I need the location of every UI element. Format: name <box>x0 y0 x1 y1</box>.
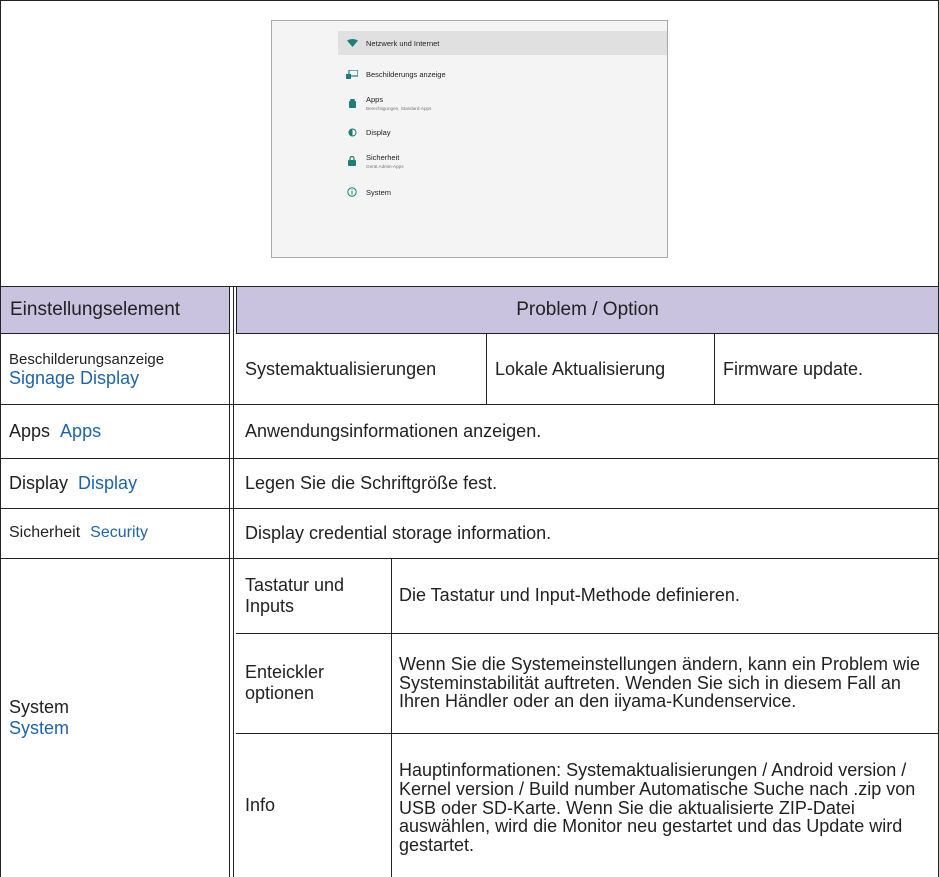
setting-apps: Apps Apps <box>9 404 224 458</box>
rule <box>714 334 715 404</box>
rule <box>0 286 1 877</box>
menu-item-label: System <box>366 187 392 197</box>
menu-item-label: Display <box>366 127 391 137</box>
system-desc-info: Hauptinformationen: Systemaktualisierung… <box>399 759 916 856</box>
system-desc-keyboard: Die Tastatur und Input-Methode definiere… <box>399 585 740 606</box>
menu-item-label: Apps <box>366 95 384 104</box>
option-local-update: Lokale Aktualisierung <box>495 358 666 379</box>
setting-signage: Beschilderungsanzeige Signage Display <box>9 342 224 398</box>
option-display: Legen Sie die Schriftgröße fest. <box>245 472 498 493</box>
table-header-setting: Einstellungselement <box>0 286 229 334</box>
rule <box>486 334 487 404</box>
menu-item-system: System <box>344 183 663 201</box>
setting-label-en: Display <box>78 472 138 493</box>
option-security: Display credential storage information. <box>245 522 552 543</box>
setting-label-en: System <box>9 718 70 738</box>
menu-item-apps: Apps Berechtigungen, Standard-Apps <box>344 91 663 115</box>
system-sub-developer: Enteickler optionen <box>245 662 325 703</box>
system-sub-info: Info <box>245 794 276 815</box>
menu-item-label: Beschilderungs anzeige <box>366 69 446 79</box>
menu-item-label: Sicherheit <box>366 153 400 162</box>
option-apps: Anwendungsinformationen anzeigen. <box>245 420 542 441</box>
system-desc-developer: Wenn Sie die Systemeinstellungen ändern,… <box>399 653 920 712</box>
menu-item-sublabel: Gerät Admin-Apps <box>366 164 404 169</box>
setting-label-en: Apps <box>60 420 102 441</box>
rule <box>229 286 230 877</box>
system-sub-keyboard: Tastatur und Inputs <box>245 575 345 616</box>
menu-item-network: Netzwerk und Internet <box>338 31 667 55</box>
wifi-icon <box>344 39 360 47</box>
setting-label-de: Apps <box>9 420 51 441</box>
info-icon <box>344 187 360 197</box>
setting-system: System System <box>9 690 224 746</box>
setting-security: Sicherheit Security <box>9 508 224 558</box>
setting-display: Display Display <box>9 458 224 508</box>
setting-label-de: Beschilderungsanzeige <box>9 351 165 369</box>
rule <box>233 286 234 877</box>
menu-item-display: Display <box>344 123 663 141</box>
rule <box>391 558 392 877</box>
setting-label-de: System <box>9 697 70 718</box>
brightness-icon <box>344 128 360 137</box>
setting-label-en: Signage Display <box>9 368 140 389</box>
setting-label-de: Sicherheit <box>9 523 81 541</box>
option-firmware-update: Firmware update. <box>723 358 864 379</box>
settings-screenshot: Netzwerk und Internet Beschilderungs anz… <box>271 20 668 258</box>
table-header-option: Problem / Option <box>236 286 939 334</box>
option-system-updates: Systemaktualisierungen <box>245 358 437 379</box>
lock-icon <box>344 156 360 166</box>
signage-display-icon <box>344 69 360 79</box>
setting-label-de: Display <box>9 472 69 493</box>
setting-label-en: Security <box>90 523 148 541</box>
menu-item-sublabel: Berechtigungen, Standard-Apps <box>366 106 432 111</box>
android-icon <box>344 98 360 108</box>
menu-item-security: Sicherheit Gerät Admin-Apps <box>344 149 663 173</box>
menu-item-signage: Beschilderungs anzeige <box>344 65 663 83</box>
menu-item-label: Netzwerk und Internet <box>366 38 440 48</box>
